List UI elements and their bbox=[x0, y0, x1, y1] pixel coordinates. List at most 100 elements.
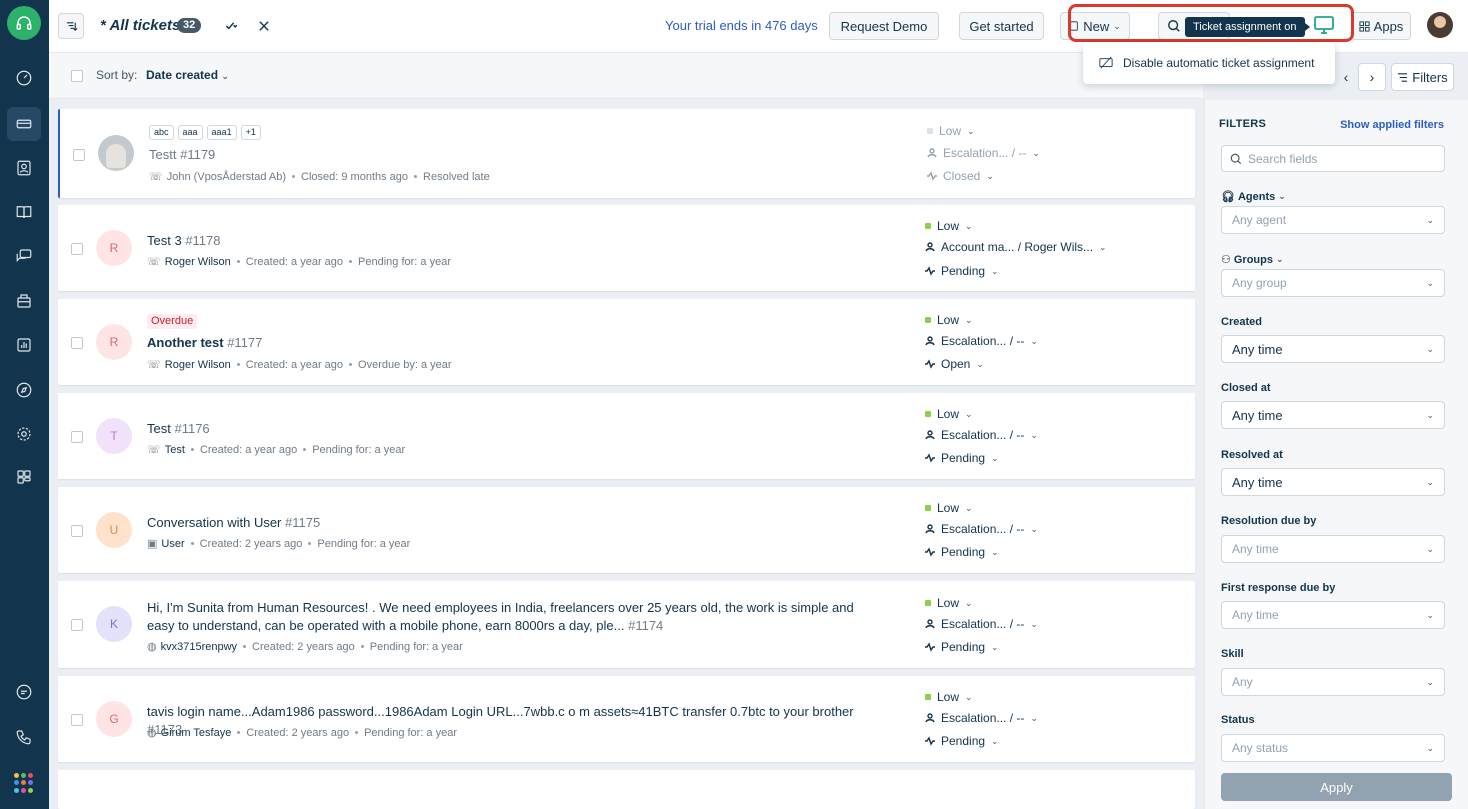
next-page-button[interactable]: › bbox=[1358, 63, 1386, 91]
priority-dropdown[interactable]: Low ⌄ bbox=[925, 407, 973, 421]
headset-logo-icon[interactable] bbox=[7, 6, 41, 40]
agents-filter-label[interactable]: 🎧︎ Agents ⌄ bbox=[1221, 190, 1286, 204]
assignment-dropdown[interactable]: Account ma... / Roger Wils... ⌄ bbox=[925, 240, 1107, 254]
status-dropdown[interactable]: Pending ⌄ bbox=[925, 734, 999, 748]
ticket-card[interactable]: U Conversation with User #1175 ▣ User Cr… bbox=[58, 487, 1195, 573]
tickets-icon[interactable] bbox=[7, 107, 41, 141]
ticket-number: #1174 bbox=[628, 618, 664, 633]
get-started-button[interactable]: Get started bbox=[959, 12, 1044, 40]
skill-select[interactable]: Any ⌄ bbox=[1221, 668, 1445, 696]
ticket-card[interactable]: R Overdue Another test #1177 ☏ Roger Wil… bbox=[58, 299, 1195, 385]
trial-notice[interactable]: Your trial ends in 476 days bbox=[665, 18, 818, 33]
ticket-subject-text: tavis login name...Adam1986 password...1… bbox=[147, 704, 854, 719]
close-icon[interactable] bbox=[254, 16, 274, 36]
view-filter-toggle-button[interactable] bbox=[58, 13, 84, 39]
assignment-dropdown[interactable]: Escalation... / -- ⌄ bbox=[925, 617, 1038, 631]
assignment-dropdown[interactable]: Escalation... / -- ⌄ bbox=[925, 428, 1038, 442]
ticket-checkbox[interactable] bbox=[71, 431, 83, 443]
tag[interactable]: aaa1 bbox=[206, 125, 237, 140]
select-all-checkbox[interactable] bbox=[71, 70, 83, 82]
resolution-due-select[interactable]: Any time ⌄ bbox=[1221, 535, 1445, 563]
ticket-checkbox[interactable] bbox=[71, 619, 83, 631]
product-switcher-icon[interactable] bbox=[14, 773, 34, 793]
status-dropdown[interactable]: Open ⌄ bbox=[925, 357, 984, 371]
disable-auto-assignment-item[interactable]: Disable automatic ticket assignment bbox=[1123, 56, 1314, 70]
ticket-checkbox[interactable] bbox=[71, 525, 83, 537]
requester-name[interactable]: User bbox=[161, 538, 184, 550]
ticket-card[interactable]: T Test #1176 ☏ Test Created: a year ago … bbox=[58, 393, 1195, 479]
assets-icon[interactable] bbox=[7, 284, 41, 318]
ticket-card[interactable]: K Hi, I'm Sunita from Human Resources! .… bbox=[58, 581, 1195, 668]
phone-icon[interactable] bbox=[7, 720, 41, 754]
closed-at-select[interactable]: Any time ⌄ bbox=[1221, 401, 1445, 429]
status-dropdown[interactable]: Pending ⌄ bbox=[925, 640, 999, 654]
priority-dropdown[interactable]: Low ⌄ bbox=[925, 501, 973, 515]
apps-grid-icon[interactable] bbox=[7, 460, 41, 494]
tag[interactable]: aaa bbox=[177, 125, 203, 140]
chat-icon[interactable] bbox=[7, 675, 41, 709]
requester-name[interactable]: John (VposÅderstad Ab) bbox=[167, 171, 286, 183]
discover-icon[interactable] bbox=[7, 373, 41, 407]
chevron-down-icon: ⌄ bbox=[1426, 544, 1434, 554]
ticket-card[interactable]: R Test 3 #1178 ☏ Roger Wilson Created: a… bbox=[58, 205, 1195, 291]
status-dropdown[interactable]: Pending ⌄ bbox=[925, 545, 999, 559]
ticket-subject[interactable]: Hi, I'm Sunita from Human Resources! . W… bbox=[147, 599, 867, 635]
previous-page-button[interactable]: ‹ bbox=[1332, 63, 1360, 91]
assignment-dropdown[interactable]: Escalation... / -- ⌄ bbox=[925, 334, 1038, 348]
ticket-checkbox[interactable] bbox=[71, 337, 83, 349]
ticket-subject[interactable]: Test #1176 bbox=[147, 420, 867, 438]
ticket-card[interactable] bbox=[58, 770, 1195, 809]
tag[interactable]: abc bbox=[149, 125, 174, 140]
show-applied-filters-link[interactable]: Show applied filters bbox=[1340, 119, 1444, 131]
priority-dropdown[interactable]: Low ⌄ bbox=[927, 124, 975, 138]
status-dropdown[interactable]: Pending ⌄ bbox=[925, 451, 999, 465]
tag[interactable]: +1 bbox=[240, 125, 261, 140]
assignment-dropdown[interactable]: Escalation... / -- ⌄ bbox=[927, 146, 1040, 160]
ticket-checkbox[interactable] bbox=[73, 149, 85, 161]
apply-filters-button[interactable]: Apply bbox=[1221, 773, 1452, 801]
assignment-dropdown[interactable]: Escalation... / -- ⌄ bbox=[925, 522, 1038, 536]
search-fields-input[interactable]: Search fields bbox=[1221, 145, 1445, 172]
knowledge-base-icon[interactable] bbox=[7, 195, 41, 229]
groups-filter-label[interactable]: ⚇ Groups ⌄ bbox=[1221, 253, 1284, 267]
contacts-icon[interactable] bbox=[7, 151, 41, 185]
resolved-at-select[interactable]: Any time ⌄ bbox=[1221, 468, 1445, 496]
dashboard-icon[interactable] bbox=[7, 61, 41, 95]
user-avatar[interactable] bbox=[1427, 12, 1453, 38]
sort-by-dropdown[interactable]: Date created ⌄ bbox=[146, 68, 229, 82]
requester-name[interactable]: Girum Tesfaye bbox=[161, 727, 232, 739]
agent-icon bbox=[925, 713, 935, 723]
ticket-subject[interactable]: Conversation with User #1175 bbox=[147, 514, 867, 532]
status-select[interactable]: Any status ⌄ bbox=[1221, 734, 1445, 762]
requester-name[interactable]: Roger Wilson bbox=[165, 359, 231, 371]
ticket-subject-text: Test bbox=[147, 421, 171, 436]
requester-name[interactable]: Roger Wilson bbox=[165, 256, 231, 268]
first-response-select[interactable]: Any time ⌄ bbox=[1221, 601, 1445, 629]
priority-dropdown[interactable]: Low ⌄ bbox=[925, 219, 973, 233]
created-select[interactable]: Any time ⌄ bbox=[1221, 335, 1445, 363]
ticket-subject[interactable]: Test 3 #1178 bbox=[147, 232, 867, 250]
status-dropdown[interactable]: Pending ⌄ bbox=[925, 264, 999, 278]
ticket-card[interactable]: G tavis login name...Adam1986 password..… bbox=[58, 676, 1195, 762]
groups-select[interactable]: Any group ⌄ bbox=[1221, 269, 1445, 297]
ticket-subject[interactable]: Testt #1179 bbox=[149, 146, 869, 164]
priority-dropdown[interactable]: Low ⌄ bbox=[925, 313, 973, 327]
agents-select[interactable]: Any agent ⌄ bbox=[1221, 206, 1445, 234]
ticket-checkbox[interactable] bbox=[71, 243, 83, 255]
ticket-subject[interactable]: Another test #1177 bbox=[147, 334, 867, 352]
forums-icon[interactable] bbox=[7, 239, 41, 273]
apps-button[interactable]: Apps bbox=[1351, 12, 1411, 40]
checkmark-chevron-icon[interactable] bbox=[222, 16, 242, 36]
settings-gear-icon[interactable] bbox=[7, 417, 41, 451]
priority-dropdown[interactable]: Low ⌄ bbox=[925, 596, 973, 610]
filters-toggle-button[interactable]: Filters bbox=[1391, 63, 1454, 91]
ticket-checkbox[interactable] bbox=[71, 714, 83, 726]
priority-dropdown[interactable]: Low ⌄ bbox=[925, 690, 973, 704]
ticket-card[interactable]: abc aaa aaa1 +1 Testt #1179 ☏ John (Vpos… bbox=[58, 109, 1195, 198]
request-demo-button[interactable]: Request Demo bbox=[829, 12, 939, 40]
requester-name[interactable]: kvx3715renpwy bbox=[161, 641, 237, 653]
reports-icon[interactable] bbox=[7, 328, 41, 362]
assignment-dropdown[interactable]: Escalation... / -- ⌄ bbox=[925, 711, 1038, 725]
requester-name[interactable]: Test bbox=[165, 444, 185, 456]
status-dropdown[interactable]: Closed ⌄ bbox=[927, 169, 994, 183]
